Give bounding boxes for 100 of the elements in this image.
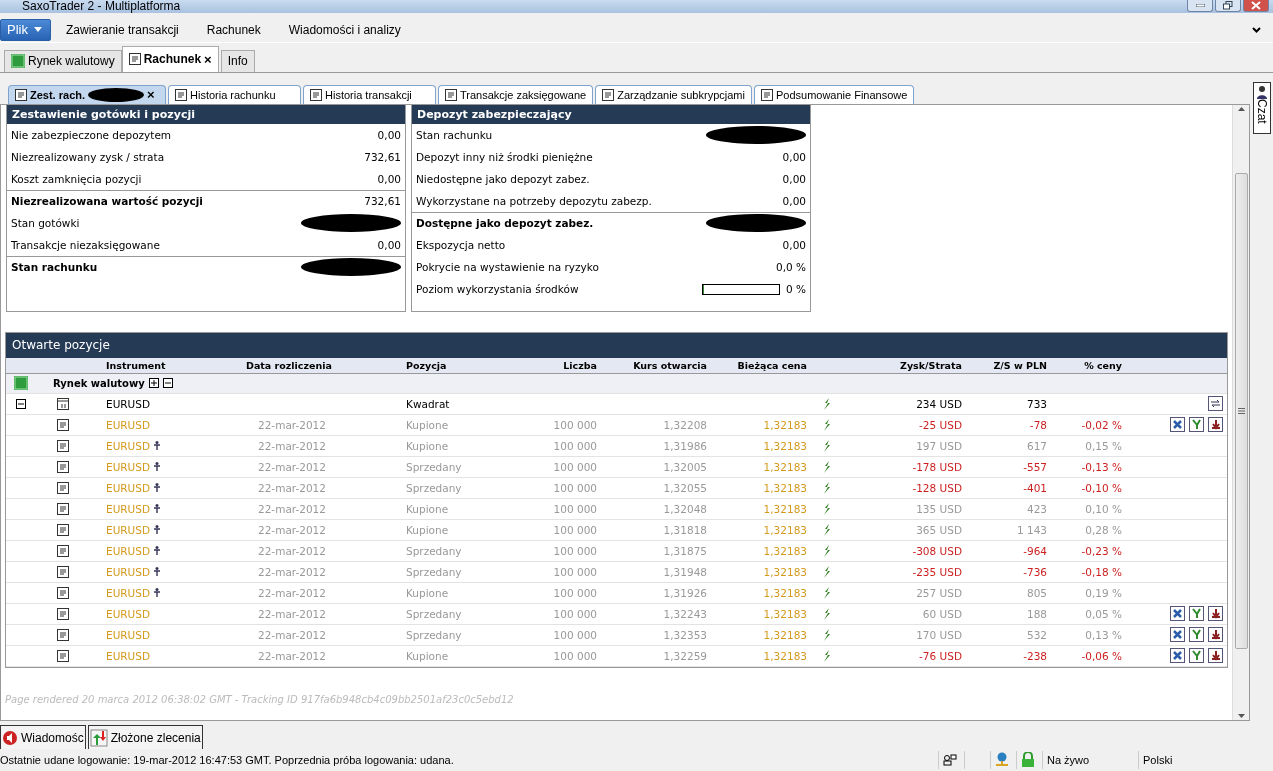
table-cell-text: 1,32259	[662, 649, 708, 662]
close-tab-button[interactable]: ×	[147, 88, 155, 102]
swap-button[interactable]	[1208, 396, 1223, 412]
expand-all-icon[interactable]	[148, 378, 159, 389]
side-tab[interactable]: Czat	[1252, 81, 1271, 134]
table-cell-text: 0,19 %	[1084, 586, 1123, 599]
order-button[interactable]	[1208, 606, 1223, 622]
table-cell-text: 22-mar-2012	[257, 628, 327, 641]
table-cell: EURUSD	[106, 502, 151, 515]
table-cell-text: 100 000	[552, 649, 598, 662]
column-header[interactable]: Z/S w PLN	[966, 359, 1051, 371]
table-cell-text: Kupione	[406, 418, 450, 431]
table-cell-text: 197 USD	[915, 439, 963, 452]
file-menu-button[interactable]: Plik	[0, 19, 51, 41]
order-button[interactable]	[1208, 417, 1223, 433]
column-header[interactable]: Bieżąca cena	[711, 359, 811, 371]
table-cell: EURUSD	[106, 523, 151, 536]
minimize-button[interactable]	[1187, 0, 1213, 12]
edit-order-button[interactable]	[1189, 627, 1204, 643]
position-icon	[57, 502, 69, 515]
menu-item[interactable]: Rachunek	[193, 23, 274, 37]
table-cell-text: -76 USD	[918, 649, 963, 662]
lightning-icon	[823, 439, 831, 452]
collapse-icon[interactable]	[16, 398, 26, 409]
edit-order-button[interactable]	[1189, 606, 1204, 622]
table-cell-text: -0,10 %	[1080, 481, 1123, 494]
lightning-icon	[823, 565, 831, 578]
table-cell-text: 1,32183	[762, 586, 808, 599]
table-cell-text: 1,32183	[762, 418, 808, 431]
restore-button[interactable]	[1215, 0, 1241, 12]
table-cell-text: Kupione	[406, 586, 450, 599]
close-position-button[interactable]	[1170, 648, 1185, 664]
table-cell-text: 257 USD	[915, 586, 963, 599]
close-position-button[interactable]	[1170, 417, 1185, 433]
value-text: 0,0 %	[776, 261, 806, 274]
column-header[interactable]: Data rozliczenia	[246, 359, 406, 371]
close-position-button[interactable]	[1170, 606, 1185, 622]
close-button[interactable]	[1243, 0, 1269, 12]
edit-order-button[interactable]	[1189, 417, 1204, 433]
tab[interactable]: Historia transakcji	[303, 84, 436, 104]
column-header[interactable]: % ceny	[1051, 359, 1126, 371]
menu-item[interactable]: Zawieranie transakcji	[53, 23, 192, 37]
dock-tab[interactable]: Wiadomośc	[0, 725, 86, 750]
column-header[interactable]: Liczba	[506, 359, 601, 371]
tab[interactable]: Historia rachunku	[168, 84, 301, 104]
table-cell-text: 22-mar-2012	[257, 460, 327, 473]
table-cell-text: 1,32183	[762, 565, 808, 578]
column-header[interactable]: Pozycja	[406, 359, 506, 371]
tab[interactable]: Rynek walutowy	[4, 49, 122, 72]
status-mode: Na żywo	[1042, 751, 1138, 770]
order-button[interactable]	[1208, 627, 1223, 643]
table-cell-text: 22-mar-2012	[257, 607, 327, 620]
cross-icon	[1172, 650, 1183, 662]
table-cell-text: 170 USD	[915, 628, 963, 641]
table-cell-text: -736	[1022, 565, 1048, 578]
tab[interactable]: Zarządzanie subkrypcjami	[595, 84, 752, 104]
table-cell-text: 22-mar-2012	[257, 481, 327, 494]
chevron-icon[interactable]	[1252, 27, 1261, 33]
group-label: Rynek walutowy	[53, 377, 145, 389]
table-cell-text: 1,32055	[662, 481, 708, 494]
table-cell: EURUSD	[106, 628, 151, 641]
table-cell-text: 22-mar-2012	[257, 544, 327, 557]
tab[interactable]: Info	[220, 49, 255, 72]
table-cell-text: 1,31986	[662, 439, 708, 452]
table-cell-text: 1,32353	[662, 628, 708, 641]
menu-item[interactable]: Wiadomości i analizy	[275, 23, 414, 37]
label-text: Pokrycie na wystawienie na ryzyko	[416, 261, 599, 274]
tab[interactable]: Podsumowanie Finansowe	[753, 84, 915, 104]
label-text: Dostępne jako depozyt zabez.	[416, 217, 594, 230]
edit-order-button[interactable]	[1189, 648, 1204, 664]
table-cell-text: 100 000	[552, 439, 598, 452]
column-header[interactable]: Kurs otwarcia	[601, 359, 711, 371]
table-cell-text: Kwadrat	[406, 397, 451, 410]
table-cell-text: Kupione	[406, 649, 450, 662]
label-text: Stan rachunku	[416, 129, 493, 142]
close-position-button[interactable]	[1170, 627, 1185, 643]
tab[interactable]: Zest. rach. ×	[8, 84, 166, 104]
close-tab-button[interactable]: ×	[204, 52, 212, 66]
label-text: Depozyt inny niż środki pieniężne	[416, 151, 593, 164]
table-cell: EURUSD	[106, 565, 151, 578]
table-cell: EURUSD	[106, 607, 151, 620]
table-cell-text: -235 USD	[911, 565, 963, 578]
tab[interactable]: Transakcje zaksięgowane	[438, 84, 594, 104]
scroll-down-icon[interactable]	[1237, 712, 1245, 721]
position-icon	[57, 586, 69, 599]
fx-icon	[11, 54, 25, 69]
value-text: 0,00	[782, 151, 806, 164]
table-cell-text: 22-mar-2012	[257, 439, 327, 452]
column-header[interactable]: Instrument	[106, 359, 246, 371]
close-icon	[1251, 1, 1261, 10]
table-cell-text: 1,32183	[762, 628, 808, 641]
order-button[interactable]	[1208, 648, 1223, 664]
value-text: 0 %	[786, 283, 806, 296]
scrollbar[interactable]	[1232, 104, 1249, 721]
tab[interactable]: Rachunek ×	[121, 45, 219, 72]
collapse-all-icon[interactable]	[162, 378, 173, 389]
dock-tab[interactable]: Złożone zlecenia	[87, 725, 203, 750]
column-header[interactable]: Zysk/Strata	[846, 359, 966, 371]
scroll-up-icon[interactable]	[1237, 104, 1245, 113]
document-icon	[15, 88, 27, 101]
